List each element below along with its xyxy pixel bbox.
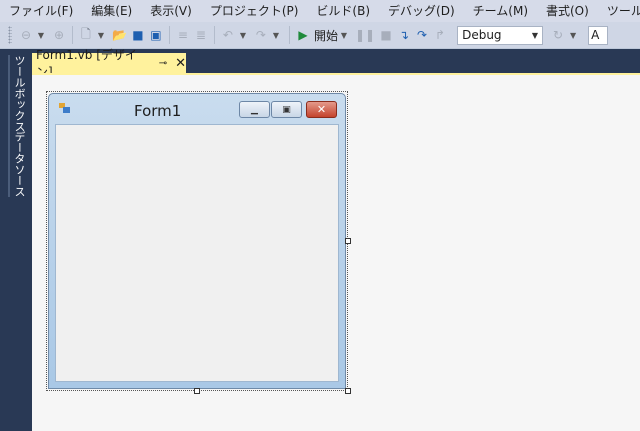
toolbar-separator	[168, 26, 170, 44]
forward-icon[interactable]: ⊕	[52, 25, 66, 45]
document-tab-row: Form1.vb [デザイン] ⊸ ✕	[32, 48, 640, 79]
left-tool-window-bar: ツールボックス データソース	[0, 49, 32, 431]
toolbar-grip[interactable]	[8, 26, 12, 44]
save-icon[interactable]: ■	[131, 25, 145, 45]
step-out-icon[interactable]: ↱	[433, 25, 447, 45]
maximize-button[interactable]: ▣	[271, 101, 302, 118]
resize-handle-bottom-right[interactable]	[345, 388, 351, 394]
start-icon[interactable]: ▶	[296, 25, 310, 45]
start-button-label[interactable]: 開始	[314, 27, 338, 44]
minimize-icon: ▁	[251, 104, 258, 115]
step-over-icon[interactable]: ↷	[415, 25, 429, 45]
step-into-icon[interactable]: ↴	[397, 25, 411, 45]
menu-bar: ファイル(F) 編集(E) 表示(V) プロジェクト(P) ビルド(B) デバッ…	[0, 0, 640, 22]
menu-format[interactable]: 書式(O)	[537, 0, 598, 22]
resize-handle-bottom[interactable]	[194, 388, 200, 394]
open-file-icon[interactable]: 📂	[112, 25, 127, 45]
form-app-icon	[59, 103, 71, 113]
save-all-icon[interactable]: ▣	[149, 25, 163, 45]
form-client-area[interactable]	[55, 124, 339, 382]
refresh-icon[interactable]: ↻	[551, 25, 565, 45]
menu-edit[interactable]: 編集(E)	[82, 0, 141, 22]
menu-tools[interactable]: ツール(T)	[598, 0, 640, 22]
pin-icon[interactable]: ⊸	[159, 58, 167, 69]
redo-icon[interactable]: ↷	[254, 25, 268, 45]
menu-project[interactable]: プロジェクト(P)	[201, 0, 308, 22]
back-dropdown-icon[interactable]: ▼	[34, 25, 48, 45]
form-title: Form1	[134, 102, 182, 120]
toolbar-separator	[72, 26, 73, 44]
resize-handle-right[interactable]	[345, 238, 351, 244]
solution-platform-select[interactable]: A	[588, 25, 609, 45]
solution-configuration-select[interactable]: Debug ▼	[457, 25, 544, 45]
close-button[interactable]: ✕	[306, 101, 337, 118]
redo-dropdown-icon[interactable]: ▼	[269, 25, 283, 45]
document-tab-form1-design[interactable]: Form1.vb [デザイン] ⊸ ✕	[32, 48, 186, 79]
configuration-value: Debug	[462, 28, 502, 42]
form-frame: Form1 ▁ ▣ ✕	[48, 93, 346, 389]
close-icon[interactable]: ✕	[175, 56, 186, 71]
back-icon[interactable]: ⊖	[19, 25, 33, 45]
form1-designer-form[interactable]: Form1 ▁ ▣ ✕	[46, 91, 348, 391]
minimize-button[interactable]: ▁	[239, 101, 270, 118]
menu-debug[interactable]: デバッグ(D)	[379, 0, 464, 22]
refresh-dropdown-icon[interactable]: ▼	[566, 25, 580, 45]
undo-dropdown-icon[interactable]: ▼	[236, 25, 250, 45]
menu-team[interactable]: チーム(M)	[464, 0, 537, 22]
standard-toolbar: ⊖ ▼ ⊕ 🗋 ▼ 📂 ■ ▣ ≡ ≣ ↶ ▼ ↷ ▼ ▶ 開始 ▼ ❚❚ ■ …	[0, 22, 640, 49]
close-icon: ✕	[316, 103, 327, 116]
comment-icon[interactable]: ≡	[176, 25, 190, 45]
toolbar-separator	[213, 26, 215, 44]
uncomment-icon[interactable]: ≣	[194, 25, 208, 45]
chevron-down-icon: ▼	[531, 30, 539, 40]
toolbox-tab[interactable]: ツールボックス	[8, 55, 27, 132]
form-title-bar[interactable]: Form1 ▁ ▣ ✕	[49, 94, 345, 120]
maximize-icon: ▣	[282, 104, 291, 115]
start-dropdown-icon[interactable]: ▼	[337, 25, 351, 45]
stop-icon[interactable]: ■	[379, 25, 393, 45]
pause-icon[interactable]: ❚❚	[355, 25, 375, 45]
undo-icon[interactable]: ↶	[221, 25, 235, 45]
menu-build[interactable]: ビルド(B)	[307, 0, 379, 22]
new-project-icon[interactable]: 🗋	[79, 25, 93, 45]
new-project-dropdown-icon[interactable]: ▼	[94, 25, 108, 45]
toolbar-separator	[288, 26, 290, 44]
menu-file[interactable]: ファイル(F)	[0, 0, 82, 22]
data-sources-tab[interactable]: データソース	[8, 131, 27, 197]
menu-view[interactable]: 表示(V)	[141, 0, 201, 22]
